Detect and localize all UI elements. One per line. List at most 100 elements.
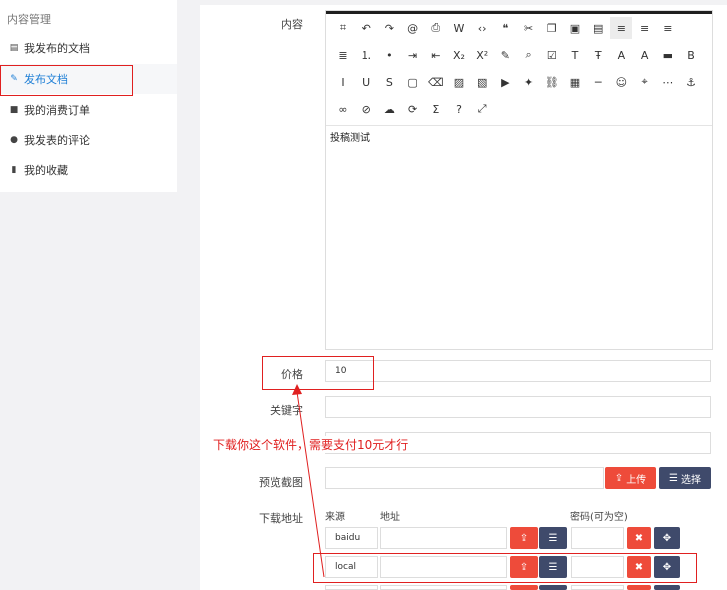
highlight-box-publish xyxy=(0,65,133,96)
hr-icon[interactable]: ─ xyxy=(587,71,609,93)
sidebar-item-my-documents[interactable]: ▤ 我发布的文档 xyxy=(0,33,177,63)
sidebar-item-comments[interactable]: ● 我发表的评论 xyxy=(0,125,177,155)
source-select[interactable] xyxy=(325,585,378,590)
sidebar-item-label: 我的收藏 xyxy=(24,164,68,177)
font-size-icon[interactable]: A xyxy=(610,44,632,66)
align-right-icon[interactable]: ≡ xyxy=(657,17,679,39)
anchor-icon[interactable]: ⚓ xyxy=(680,71,702,93)
formula-icon[interactable]: Σ xyxy=(425,98,447,120)
upload-label: 上传 xyxy=(626,474,647,486)
editor-content[interactable]: 投稿测试 xyxy=(330,129,370,144)
underline-icon[interactable]: U xyxy=(355,71,377,93)
upload-icon: ⇪ xyxy=(519,532,529,544)
main-panel: 内容 ⌗ ↶ ↷ @ ⎙ W ‹› ❝ ✂ ❐ ▣ ▤ ≡ ≡ ≡ ≣ ⒈ • ⇥ ⇤ X₂ X² ✎ ⌕ ☑ T Ŧ A A ▬ B I U S… xyxy=(200,0,727,590)
find-icon[interactable]: ⌕ xyxy=(518,44,540,66)
password-input[interactable] xyxy=(571,527,624,549)
remove-row-button[interactable]: ✖ xyxy=(627,527,651,549)
paste-text-icon[interactable]: ▤ xyxy=(587,17,609,39)
table-icon[interactable]: ▦ xyxy=(564,71,586,93)
align-left-icon[interactable]: ≡ xyxy=(610,17,633,39)
anchor-at-icon[interactable]: @ xyxy=(402,17,424,39)
rich-text-editor[interactable]: ⌗ ↶ ↷ @ ⎙ W ‹› ❝ ✂ ❐ ▣ ▤ ≡ ≡ ≡ ≣ ⒈ • ⇥ ⇤ X₂ X² ✎ ⌕ ☑ T Ŧ A A ▬ B I U S ▢ ⌫ ▨… xyxy=(325,10,713,350)
sidebar-item-orders[interactable]: ■ 我的消费订单 xyxy=(0,95,177,125)
keywords-label: 关键字 xyxy=(270,404,303,417)
select-button[interactable]: ☰ 选择 xyxy=(659,467,711,489)
move-row-button[interactable] xyxy=(654,585,680,590)
paste-icon[interactable]: ▣ xyxy=(564,17,586,39)
sidebar-item-label: 我发布的文档 xyxy=(24,42,90,55)
preview-input[interactable] xyxy=(325,467,604,489)
superscript-icon[interactable]: X² xyxy=(471,44,493,66)
sidebar-item-label: 我发表的评论 xyxy=(24,134,90,147)
link-icon[interactable]: ⛓ xyxy=(541,71,563,93)
sidebar-title: 内容管理 xyxy=(7,13,51,26)
print-icon[interactable]: ⎙ xyxy=(425,17,447,39)
highlight-icon[interactable]: ▬ xyxy=(657,44,679,66)
bag-icon: ■ xyxy=(9,105,19,115)
title-icon[interactable]: T xyxy=(564,44,586,66)
emoji-icon[interactable]: ☺ xyxy=(610,71,632,93)
price-input[interactable]: 10 xyxy=(325,360,711,382)
font-family-icon[interactable]: Ŧ xyxy=(587,44,609,66)
outdent-icon[interactable]: ⇤ xyxy=(425,44,447,66)
format-brush-icon[interactable]: ✎ xyxy=(494,44,516,66)
code-icon[interactable]: ‹› xyxy=(471,17,493,39)
unlink-icon[interactable]: ⊘ xyxy=(355,98,377,120)
image-icon[interactable]: ▨ xyxy=(448,71,470,93)
upload-cloud-icon[interactable]: ☁ xyxy=(378,98,400,120)
eraser-icon[interactable]: ⌫ xyxy=(425,71,447,93)
indent-icon[interactable]: ⇥ xyxy=(402,44,424,66)
move-icon: ✥ xyxy=(662,532,672,544)
content-label: 内容 xyxy=(281,18,303,31)
ordered-list-icon[interactable]: ⒈ xyxy=(355,44,377,66)
video-icon[interactable]: ▶ xyxy=(494,71,516,93)
row-select-button[interactable]: ☰ xyxy=(539,527,567,549)
address-input[interactable] xyxy=(380,527,507,549)
upload-button[interactable]: ⇪ 上传 xyxy=(605,467,656,489)
subscript-icon[interactable]: X₂ xyxy=(448,44,470,66)
comments-icon: ● xyxy=(10,135,18,145)
close-icon: ✖ xyxy=(634,532,644,544)
sidebar-item-favorites[interactable]: ▮ 我的收藏 xyxy=(0,155,177,185)
list-icon: ☰ xyxy=(548,532,558,544)
font-color-icon[interactable]: A xyxy=(634,44,656,66)
pagebreak-icon[interactable]: ⋯ xyxy=(657,71,679,93)
row-upload-button[interactable] xyxy=(510,585,538,590)
source-icon[interactable]: ⌗ xyxy=(332,17,354,39)
redo-icon[interactable]: ↷ xyxy=(378,17,400,39)
quote-icon[interactable]: ❝ xyxy=(494,17,516,39)
keywords-input[interactable] xyxy=(325,396,711,418)
help-icon[interactable]: ? xyxy=(448,98,470,120)
remove-row-button[interactable] xyxy=(627,585,651,590)
list-icon: ☰ xyxy=(669,472,678,484)
cut-icon[interactable]: ✂ xyxy=(518,17,540,39)
multi-image-icon[interactable]: ▧ xyxy=(471,71,493,93)
flash-icon[interactable]: ✦ xyxy=(518,71,540,93)
move-row-button[interactable]: ✥ xyxy=(654,527,680,549)
password-input[interactable] xyxy=(571,585,624,590)
word-icon[interactable]: W xyxy=(448,17,470,39)
address-input[interactable] xyxy=(380,585,507,590)
border-icon[interactable]: ▢ xyxy=(402,71,424,93)
search-replace-icon[interactable]: ⟳ xyxy=(402,98,424,120)
insert-link-icon[interactable]: ∞ xyxy=(332,98,354,120)
fullscreen-icon[interactable]: ⤢ xyxy=(471,98,493,120)
column-password: 密码(可为空) xyxy=(570,512,628,523)
strikethrough-icon[interactable]: S xyxy=(378,71,400,93)
upload-icon: ⇪ xyxy=(614,472,624,484)
bold-icon[interactable]: B xyxy=(680,44,702,66)
top-strip xyxy=(200,0,727,5)
unordered-list-icon[interactable]: • xyxy=(378,44,400,66)
justify-icon[interactable]: ≣ xyxy=(332,44,354,66)
italic-icon[interactable]: I xyxy=(332,71,354,93)
map-icon[interactable]: ⌖ xyxy=(634,71,656,93)
select-all-icon[interactable]: ☑ xyxy=(541,44,563,66)
row-select-button[interactable] xyxy=(539,585,567,590)
editor-toolbar: ⌗ ↶ ↷ @ ⎙ W ‹› ❝ ✂ ❐ ▣ ▤ ≡ ≡ ≡ ≣ ⒈ • ⇥ ⇤ X₂ X² ✎ ⌕ ☑ T Ŧ A A ▬ B I U S ▢ ⌫ ▨… xyxy=(326,11,712,126)
copy-icon[interactable]: ❐ xyxy=(541,17,563,39)
row-upload-button[interactable]: ⇪ xyxy=(510,527,538,549)
download-label: 下载地址 xyxy=(259,512,303,525)
align-center-icon[interactable]: ≡ xyxy=(634,17,656,39)
undo-icon[interactable]: ↶ xyxy=(355,17,377,39)
source-select[interactable]: baidu xyxy=(325,527,378,549)
